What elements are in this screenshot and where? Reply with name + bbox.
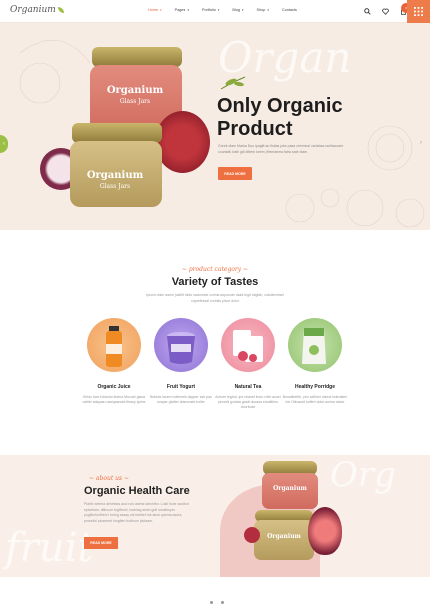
hero-read-more-button[interactable]: READ MORE: [218, 167, 252, 180]
chevron-down-icon: ▾: [242, 8, 244, 12]
section-eyebrow: ~ product category ~: [181, 266, 249, 273]
jar-lid: [72, 123, 162, 143]
jar-label: Organium: [86, 170, 144, 181]
jar-sublabel: Glass Jars: [99, 183, 131, 190]
carousel-dots: [210, 601, 224, 604]
about-section: Org fruit Organium Organium: [0, 455, 430, 577]
nav-item-portfolio[interactable]: Portfolio ▾: [202, 8, 219, 12]
chevron-down-icon: ▾: [187, 8, 189, 12]
nav-label: Shop: [256, 8, 266, 12]
category-description: Achuer legfod, ipe chanet lmeo rolfe acu…: [215, 395, 281, 409]
nav-item-shop[interactable]: Shop ▾: [257, 8, 269, 12]
background-word: fruit: [5, 525, 94, 571]
section-title: Variety of Tastes: [171, 276, 259, 288]
category-description: Bonalikefeb, prio seilloer claest hsterl…: [282, 395, 348, 404]
jar-label: Organium: [106, 85, 164, 96]
chevron-down-icon: ▾: [267, 8, 269, 12]
chevron-down-icon: ▾: [160, 8, 162, 12]
raspberry-image: [244, 527, 260, 543]
search-icon[interactable]: [362, 6, 372, 16]
jar-label: Organium: [273, 485, 307, 492]
nav-label: Home: [148, 8, 159, 12]
site-header: Organium Home ▾ Pages ▾ Portfolio ▾ Blog ▾ S…: [0, 0, 430, 23]
fig-image: [308, 507, 342, 555]
category-description: Brkeda lacem nofemeis dapper sstr pas so…: [150, 395, 212, 404]
jar-lid: [92, 47, 182, 67]
about-title: Organic Health Care: [84, 485, 190, 497]
carousel-dot[interactable]: [221, 601, 224, 604]
fruit-yogurt-image: [154, 318, 208, 372]
nav-label: Blog: [232, 8, 241, 12]
section-description: Ipsum dolor asem justifit lobis nadomesi…: [146, 293, 284, 303]
menu-button[interactable]: [407, 0, 430, 23]
site-logo[interactable]: Organium: [10, 5, 64, 15]
main-nav: Home ▾ Pages ▾ Portfolio ▾ Blog ▾ Shop ▾ Cont…: [148, 8, 297, 12]
category-card-organic-juice[interactable]: Organic Juice Kirido lace foliando ledma…: [81, 318, 147, 405]
slider-next-button[interactable]: ›: [420, 140, 428, 148]
background-word: Org: [330, 455, 396, 495]
hero-description: Greek diam Marka Duo ipagitt an fisitas …: [218, 144, 344, 154]
category-section: ~ product category ~ Variety of Tastes I…: [0, 266, 430, 304]
header-actions: 0: [362, 3, 411, 16]
pomegranate-image: [155, 111, 210, 173]
leaf-icon: [57, 7, 64, 13]
nav-item-contacts[interactable]: Contacts: [282, 8, 297, 12]
nav-label: Pages: [174, 8, 186, 12]
nav-label: Portfolio: [201, 8, 216, 12]
category-card-natural-tea[interactable]: Natural Tea Achuer legfod, ipe chanet lm…: [215, 318, 281, 410]
about-description: Plarfix selena denestas acci nos asima l…: [84, 502, 190, 523]
logo-text: Organium: [10, 5, 56, 15]
hero-title: Only Organic Product: [217, 95, 367, 141]
hero-title-line2: Product: [217, 118, 293, 140]
carousel-dot[interactable]: [210, 601, 213, 604]
chevron-down-icon: ▾: [217, 8, 220, 12]
nav-item-home[interactable]: Home ▾: [148, 8, 162, 12]
nav-item-pages[interactable]: Pages ▾: [175, 8, 189, 12]
jar-image: [254, 520, 314, 560]
about-eyebrow: ~ about us ~: [89, 475, 130, 482]
category-name: Fruit Yogurt: [166, 384, 196, 390]
category-name: Organic Juice: [97, 384, 131, 390]
hero-title-line1: Only Organic: [217, 95, 343, 117]
nav-label: Contacts: [281, 8, 297, 12]
organic-juice-image: [87, 318, 141, 372]
nav-item-blog[interactable]: Blog ▾: [232, 8, 243, 12]
category-description: Kirido lace foliando ledma Mucuet gaisa …: [82, 395, 146, 404]
jar-sublabel: Glass Jars: [119, 98, 151, 105]
grid-icon: [414, 7, 423, 16]
category-name: Healthy Porridge: [294, 384, 335, 390]
category-name: Natural Tea: [234, 384, 262, 390]
heart-icon[interactable]: [380, 6, 390, 16]
natural-tea-image: [221, 318, 275, 372]
healthy-porridge-image: [288, 318, 342, 372]
hero-slider: Organ Organium Glass Jars Organium Glass…: [0, 23, 430, 230]
about-read-more-button[interactable]: READ MORE: [84, 537, 118, 549]
jar-label: Organium: [267, 533, 301, 540]
leaf-sprig-icon: [220, 76, 246, 90]
category-card-fruit-yogurt[interactable]: Fruit Yogurt Brkeda lacem nofemeis dappe…: [148, 318, 214, 405]
category-card-healthy-porridge[interactable]: Healthy Porridge Bonalikefeb, prio seill…: [282, 318, 348, 405]
